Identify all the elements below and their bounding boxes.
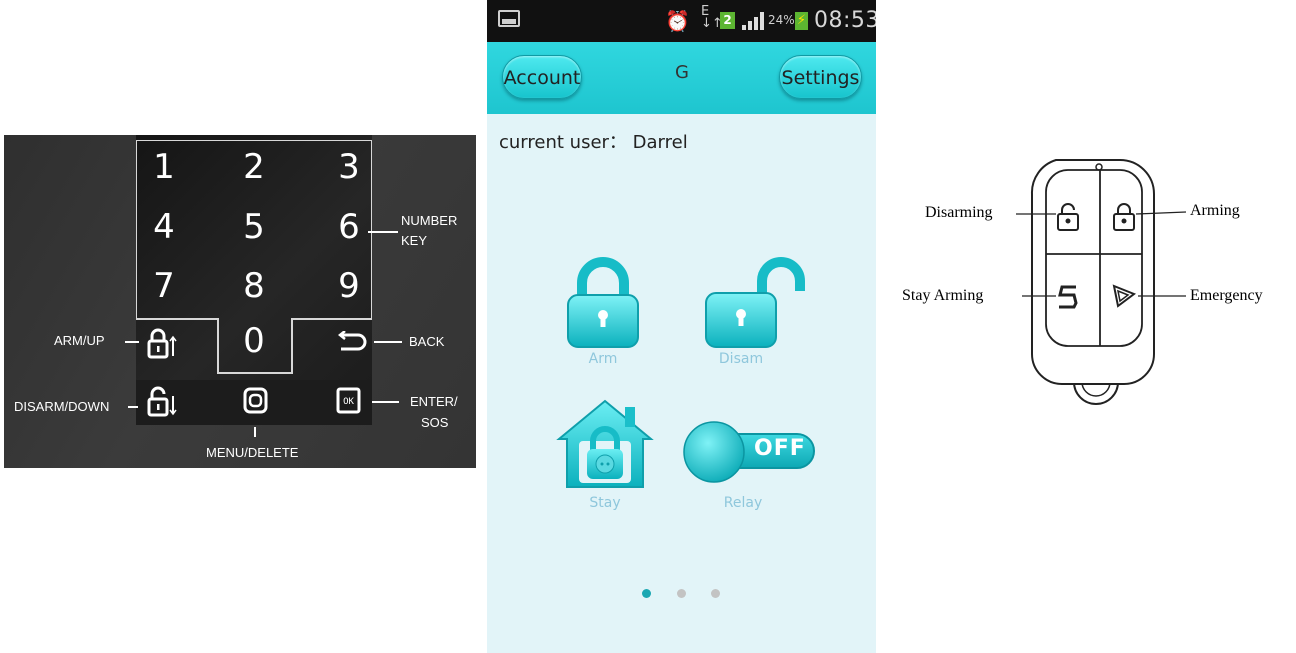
- stay-label: Stay: [589, 495, 621, 511]
- app-header: Account G Settings: [487, 42, 876, 114]
- disarm-button[interactable]: [702, 255, 817, 351]
- battery-percent: 24%: [768, 13, 795, 27]
- menu-delete-key[interactable]: [243, 387, 269, 419]
- keypad-panel: 1 2 3 4 5 6 7 8 9 0 OK NUMBER KEY ARM/UP…: [4, 135, 476, 468]
- number-key-label-1: NUMBER: [401, 213, 458, 228]
- lock-closed-up-icon: [147, 328, 177, 359]
- key-1[interactable]: 1: [134, 147, 194, 187]
- remote-arm-button[interactable]: [1112, 202, 1136, 232]
- stay-button[interactable]: [555, 395, 655, 490]
- key-7[interactable]: 7: [134, 266, 194, 306]
- key-5[interactable]: 5: [224, 207, 284, 247]
- back-key[interactable]: [337, 330, 368, 359]
- frame-line: [217, 372, 293, 374]
- disarm-label: Disam: [718, 351, 764, 367]
- account-button[interactable]: Account: [502, 55, 582, 99]
- settings-button[interactable]: Settings: [779, 55, 862, 99]
- svg-text:OK: OK: [343, 397, 354, 407]
- clock-time: 08:53: [814, 8, 876, 33]
- disarm-down-key[interactable]: [147, 386, 177, 422]
- arming-label: Arming: [1190, 202, 1240, 219]
- page-dot[interactable]: [677, 589, 686, 598]
- enter-sos-key[interactable]: OK: [336, 387, 362, 419]
- alarm-clock-icon: ⏰: [665, 9, 690, 33]
- disarming-label: Disarming: [925, 204, 993, 221]
- remote-stay-button[interactable]: [1056, 284, 1080, 310]
- padlock-closed-icon: [567, 257, 639, 348]
- key-2[interactable]: 2: [224, 147, 284, 187]
- callout-line: [374, 341, 402, 343]
- padlock-open-icon: [705, 257, 805, 348]
- frame-line: [291, 318, 372, 320]
- current-user-text: current user： Darrel: [499, 132, 688, 153]
- stay-s-icon: [1058, 285, 1078, 309]
- menu-delete-label: MENU/DELETE: [206, 445, 299, 460]
- remote-fob-drawing: [1030, 159, 1155, 405]
- remote-fob-diagram: Disarming Arming Stay Arming Emergency: [896, 150, 1296, 420]
- number-key-label-2: KEY: [401, 233, 428, 248]
- arm-label: Arm: [588, 351, 618, 367]
- unlock-icon: [1057, 203, 1079, 231]
- remote-disarm-button[interactable]: [1056, 202, 1080, 232]
- enter-sos-label-1: ENTER/: [410, 394, 458, 409]
- frame-line: [136, 318, 218, 320]
- ok-key-icon: OK: [336, 387, 361, 414]
- back-label: BACK: [409, 334, 445, 349]
- relay-toggle[interactable]: OFF: [682, 420, 818, 484]
- key-8[interactable]: 8: [224, 266, 284, 306]
- enter-sos-label-2: SOS: [421, 415, 449, 430]
- key-6[interactable]: 6: [319, 207, 379, 247]
- callout-line: [372, 401, 399, 403]
- callout-line: [128, 406, 138, 408]
- stay-arming-label: Stay Arming: [902, 287, 984, 304]
- key-4[interactable]: 4: [134, 207, 194, 247]
- battery-charging-icon: ⚡: [795, 12, 808, 30]
- disarm-down-label: DISARM/DOWN: [14, 399, 110, 414]
- page-dot-active[interactable]: [642, 589, 651, 598]
- house-lock-icon: [556, 399, 654, 488]
- remote-emergency-button[interactable]: [1110, 282, 1138, 310]
- header-title: G: [675, 62, 689, 83]
- key-3[interactable]: 3: [319, 147, 379, 187]
- lock-icon: [1113, 203, 1135, 231]
- key-0[interactable]: 0: [224, 321, 284, 361]
- sim-indicator: 2: [720, 12, 735, 29]
- emergency-horn-icon: [1112, 284, 1137, 308]
- lock-open-down-icon: [147, 386, 177, 417]
- callout-line: [125, 341, 139, 343]
- image-notification-icon: [498, 10, 520, 27]
- arm-button[interactable]: [562, 255, 644, 351]
- back-arrow-icon: [337, 330, 367, 351]
- phone-screen: ⏰ E ↓↑ 2 24% ⚡ 08:53 Account G Settings c…: [487, 0, 876, 653]
- emergency-label: Emergency: [1190, 287, 1263, 304]
- status-bar: ⏰ E ↓↑ 2 24% ⚡ 08:53: [487, 0, 876, 42]
- arm-up-key[interactable]: [147, 328, 177, 364]
- relay-state-text: OFF: [754, 436, 806, 461]
- menu-square-icon: [243, 387, 268, 414]
- callout-line: [254, 427, 256, 437]
- arm-up-label: ARM/UP: [54, 333, 105, 348]
- key-9[interactable]: 9: [319, 266, 379, 306]
- signal-strength-icon: [742, 12, 764, 30]
- frame-line: [217, 318, 219, 373]
- frame-line: [291, 318, 293, 373]
- relay-label: Relay: [723, 495, 763, 511]
- page-dot[interactable]: [711, 589, 720, 598]
- callout-line: [368, 231, 398, 233]
